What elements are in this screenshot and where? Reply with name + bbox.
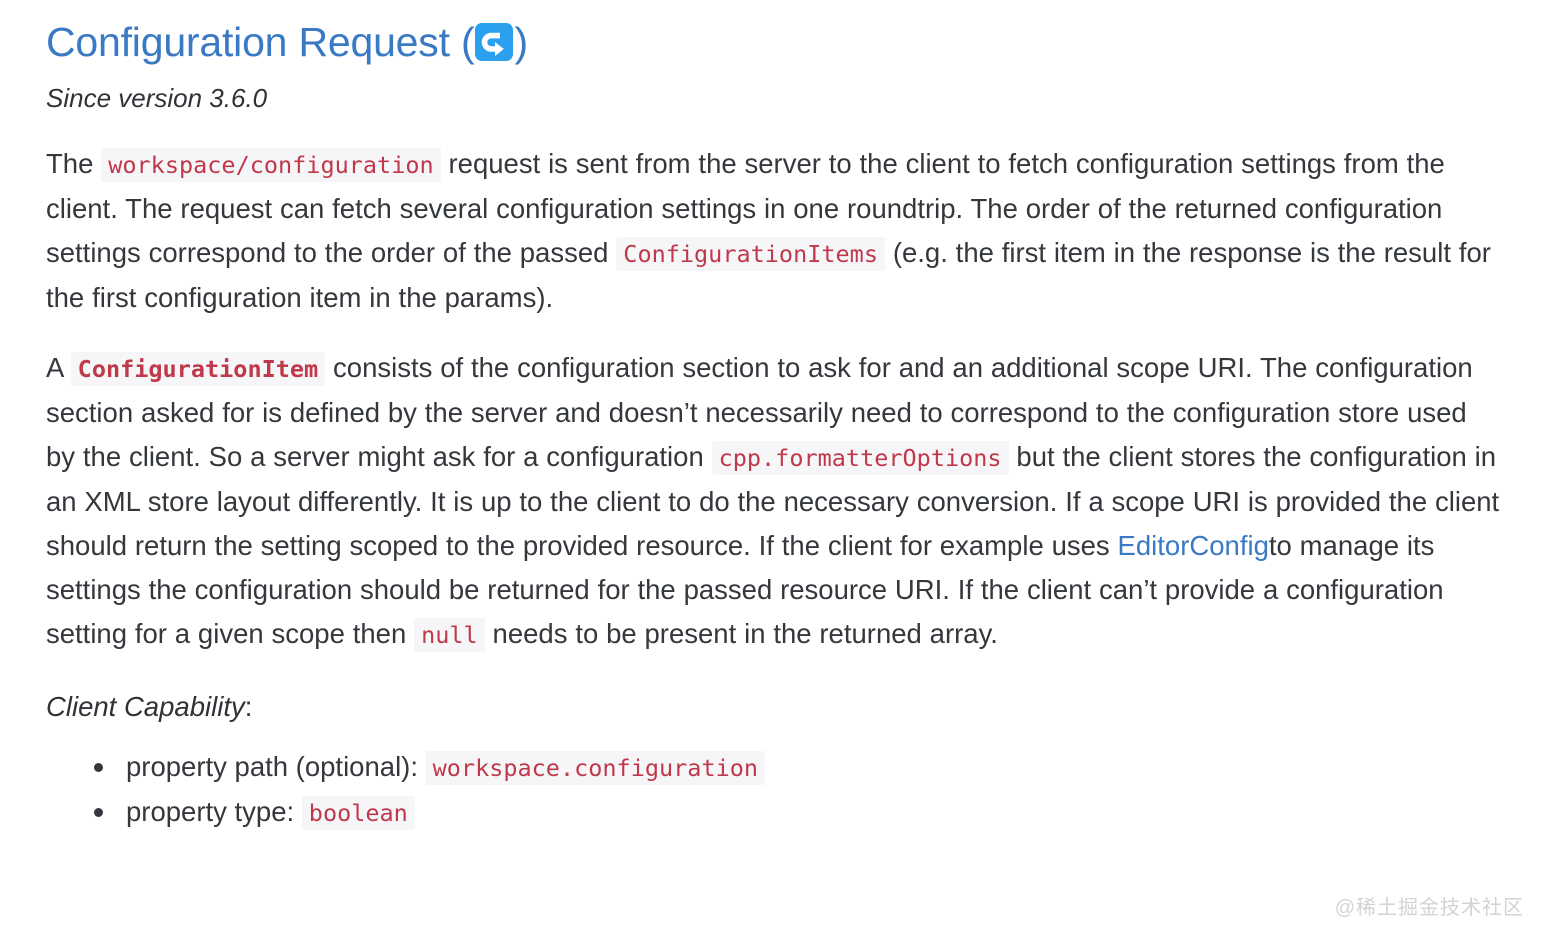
code-configuration-item: ConfigurationItem (70, 352, 326, 387)
paragraph-2-text-1: A (46, 352, 63, 384)
client-capability-colon: : (244, 691, 253, 723)
code-workspace-configuration: workspace/configuration (101, 148, 441, 183)
list-item-label: property path (optional): (126, 751, 418, 783)
list-item: property type: boolean (94, 790, 1500, 835)
since-version-note: Since version 3.6.0 (46, 83, 268, 114)
page-title: Configuration Request ( ) (46, 18, 1500, 66)
paragraph-configuration-item: A ConfigurationItem consists of the conf… (46, 346, 1500, 657)
client-capability-label: Client Capability: (46, 687, 1500, 727)
code-cpp-formatter-options: cpp.formatterOptions (711, 441, 1009, 476)
code-boolean-property: boolean (301, 796, 415, 831)
list-item-label: property type: (126, 796, 295, 828)
editorconfig-link[interactable]: EditorConfig (1118, 530, 1269, 561)
watermark: @稀土掘金技术社区 (1334, 897, 1524, 919)
paragraph-configuration-request: The workspace/configuration request is s… (46, 142, 1500, 320)
page-title-text: Configuration Request ( (46, 19, 475, 65)
bullet-icon (94, 808, 103, 818)
client-capability-label-text: Client Capability (46, 691, 245, 723)
list-item: property path (optional): workspace.conf… (94, 745, 1500, 790)
paragraph-2-text-5: needs to be present in the returned arra… (492, 618, 998, 650)
client-capability-list: property path (optional): workspace.conf… (46, 745, 1500, 835)
paragraph-1-text-1: The (46, 148, 94, 180)
page-title-close-paren: ) (514, 19, 528, 65)
code-null: null (414, 618, 485, 653)
return-arrow-icon[interactable] (475, 23, 514, 61)
code-workspace-configuration-property: workspace.configuration (425, 751, 766, 786)
code-configuration-items: ConfigurationItems (616, 237, 885, 272)
bullet-icon (94, 763, 103, 773)
document-page: Configuration Request ( ) Since version … (0, 0, 1546, 942)
